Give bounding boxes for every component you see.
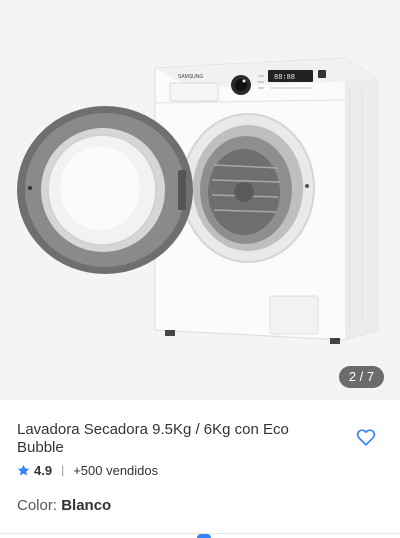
star-icon [17, 464, 30, 476]
scroll-indicator [197, 534, 211, 538]
color-selector[interactable]: Color: Blanco [17, 497, 111, 514]
product-title: Lavadora Secadora 9.5Kg / 6Kg con Eco Bu… [17, 421, 289, 456]
panel-display: 88:88 [274, 74, 295, 82]
image-counter: 2 / 7 [339, 366, 384, 388]
sold-count: +500 vendidos [73, 462, 159, 478]
color-label: Color: [17, 497, 62, 514]
rating-separator: | [61, 463, 65, 477]
product-info: Lavadora Secadora 9.5Kg / 6Kg con Eco Bu… [0, 400, 400, 538]
product-image: SAMSUNG 88:88 [17, 57, 379, 344]
rating-value: 4.9 [34, 462, 53, 478]
rating-row[interactable]: 4.9 | +500 vendidos [17, 461, 158, 479]
favorite-button[interactable] [353, 424, 379, 450]
color-value: Blanco [61, 497, 112, 514]
heart-outline-icon [356, 429, 376, 446]
product-image-gallery[interactable]: SAMSUNG 88:88 2 / 7 [0, 0, 400, 400]
brand-logo: SAMSUNG [178, 74, 203, 80]
